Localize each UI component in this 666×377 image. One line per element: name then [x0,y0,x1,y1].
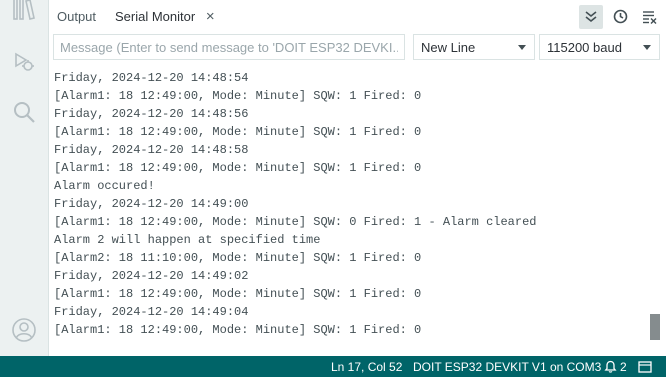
tab-output[interactable]: Output [57,0,96,33]
serial-toolbar: New Line 115200 baud [49,33,666,62]
output-line: Alarm 2 will happen at specified time [54,233,321,247]
activity-bar [0,0,49,356]
output-line: [Alarm1: 18 12:49:00, Mode: Minute] SQW:… [54,215,537,229]
panel-tools [579,0,666,33]
tab-serial-monitor-label: Serial Monitor [115,9,196,24]
message-input[interactable] [53,34,405,60]
output-line: Friday, 2024-12-20 14:49:02 [54,269,249,283]
chevron-down-icon [643,45,651,50]
output-line: Friday, 2024-12-20 14:49:04 [54,305,249,319]
output-line: [Alarm2: 18 11:10:00, Mode: Minute] SQW:… [54,251,422,265]
panel-tab-bar: Output Serial Monitor × [49,0,666,34]
notification-count: 2 [620,359,627,374]
output-line: Alarm occured! [54,179,155,193]
line-ending-select[interactable]: New Line [413,34,535,60]
output-line: [Alarm1: 18 12:49:00, Mode: Minute] SQW:… [54,89,422,103]
output-line: [Alarm1: 18 12:49:00, Mode: Minute] SQW:… [54,125,422,139]
output-line: Friday, 2024-12-20 14:49:00 [54,197,249,211]
search-icon[interactable] [10,98,38,126]
cursor-position[interactable]: Ln 17, Col 52 [331,356,402,377]
output-line: Friday, 2024-12-20 14:48:56 [54,107,249,121]
close-icon[interactable]: × [203,9,217,24]
account-icon[interactable] [10,316,38,344]
autoscroll-icon [585,10,597,22]
baud-rate-value: 115200 baud [547,39,622,55]
line-ending-value: New Line [421,39,476,55]
tab-output-label: Output [57,9,97,24]
output-line: [Alarm1: 18 12:49:00, Mode: Minute] SQW:… [54,287,422,301]
timestamp-button[interactable] [608,5,632,29]
notification-icon [604,360,617,373]
terminal-icon [638,360,652,373]
clear-output-icon [642,10,656,24]
status-bar: Ln 17, Col 52 DOIT ESP32 DEVKIT V1 on CO… [0,356,666,377]
chevron-down-icon [518,45,526,50]
autoscroll-button[interactable] [579,4,603,29]
output-line: Friday, 2024-12-20 14:48:58 [54,143,249,157]
vertical-scrollbar-thumb[interactable] [650,314,660,340]
output-line: Friday, 2024-12-20 14:48:54 [54,71,249,85]
output-line: [Alarm1: 18 12:49:00, Mode: Minute] SQW:… [54,323,422,337]
terminal-toggle[interactable] [638,356,652,377]
library-icon[interactable] [10,0,38,24]
notifications-button[interactable]: 2 [604,356,627,377]
arduino-ide-window: Output Serial Monitor × Message (Enter t… [0,0,666,377]
timestamp-icon [613,9,627,24]
baud-rate-select[interactable]: 115200 baud [539,34,660,60]
tab-serial-monitor[interactable]: Serial Monitor × [115,0,217,33]
board-port-status[interactable]: DOIT ESP32 DEVKIT V1 on COM3 [413,356,601,377]
output-line: [Alarm1: 18 12:49:00, Mode: Minute] SQW:… [54,161,422,175]
serial-output[interactable]: Friday, 2024-12-20 14:48:54 [Alarm1: 18 … [49,62,666,356]
debug-icon[interactable] [10,48,38,76]
clear-output-button[interactable] [637,5,661,29]
